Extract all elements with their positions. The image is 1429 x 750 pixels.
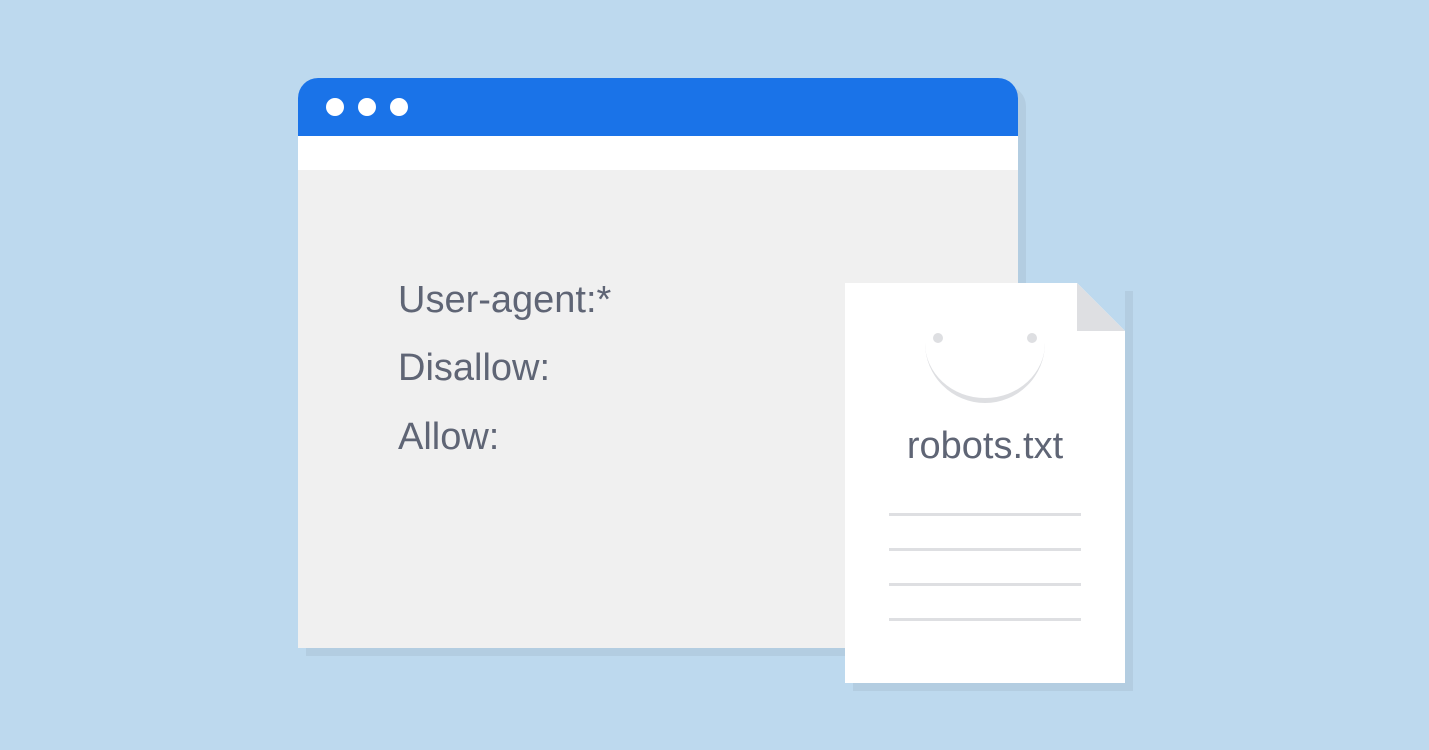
smiley-face-icon — [915, 333, 1055, 393]
file-line — [889, 548, 1081, 551]
eye-icon — [1027, 333, 1037, 343]
file-line — [889, 618, 1081, 621]
window-control-dot — [326, 98, 344, 116]
smile-icon — [925, 343, 1045, 403]
eye-icon — [933, 333, 943, 343]
window-control-dot — [390, 98, 408, 116]
file-line — [889, 513, 1081, 516]
file-content-lines — [889, 513, 1081, 621]
file-title: robots.txt — [845, 425, 1125, 468]
browser-toolbar — [298, 136, 1018, 170]
file-document: robots.txt — [845, 283, 1125, 683]
window-control-dot — [358, 98, 376, 116]
file-corner-fold-icon — [1077, 283, 1125, 331]
browser-titlebar — [298, 78, 1018, 136]
file-line — [889, 583, 1081, 586]
